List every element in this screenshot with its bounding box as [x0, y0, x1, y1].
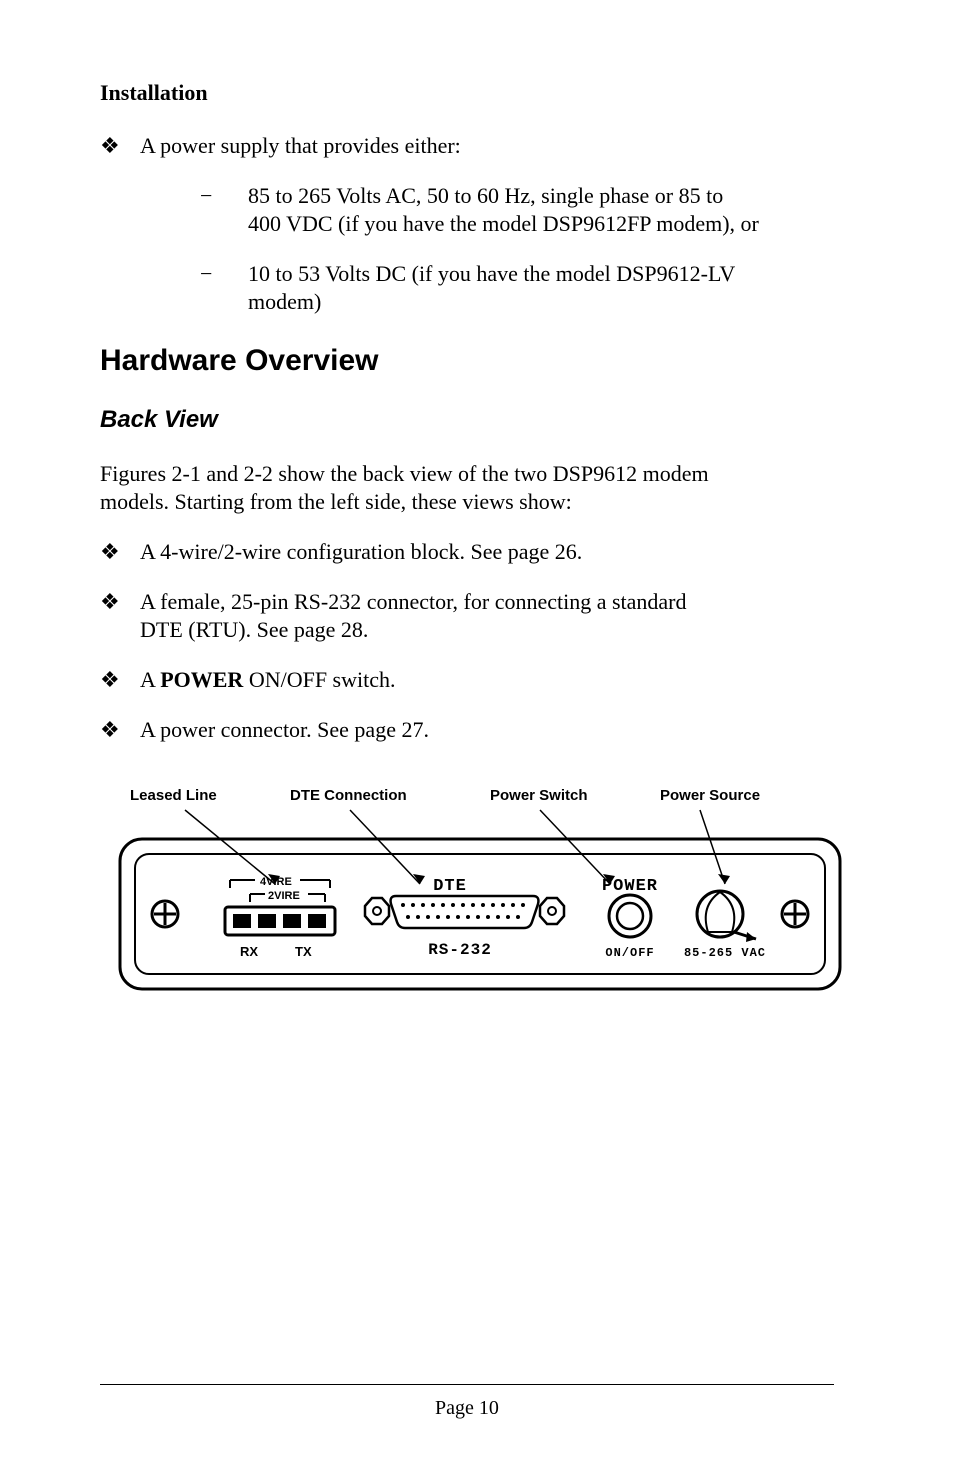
label-vac: 85-265 VAC — [684, 946, 766, 960]
label-power: POWER — [602, 877, 658, 896]
line: 85 to 265 Volts AC, 50 to 60 Hz, single … — [248, 183, 723, 208]
back-view-diagram: Leased Line DTE Connection Power Switch … — [100, 784, 860, 1034]
label-tx: TX — [295, 944, 312, 959]
paragraph: Figures 2-1 and 2-2 show the back view o… — [100, 460, 834, 516]
bullet-item: ❖ A power supply that provides either: — [100, 132, 834, 160]
label-dte-connection: DTE Connection — [290, 787, 407, 804]
bullet-item: ❖ A female, 25-pin RS-232 connector, for… — [100, 588, 834, 644]
line: 10 to 53 Volts DC (if you have the model… — [248, 261, 735, 286]
bullet-item: ❖ A power connector. See page 27. — [100, 716, 834, 744]
label-4wire: 4VIRE — [260, 876, 292, 888]
leader-line — [540, 810, 610, 884]
text-pre: A — [140, 667, 160, 692]
bullet-text: A power connector. See page 27. — [140, 716, 834, 744]
dash-icon: − — [200, 182, 248, 238]
bullet-diamond-icon: ❖ — [100, 538, 140, 566]
line: models. Starting from the left side, the… — [100, 489, 572, 514]
sub-bullet-text: 10 to 53 Volts DC (if you have the model… — [248, 260, 834, 316]
bullet-text: A female, 25-pin RS-232 connector, for c… — [140, 588, 834, 644]
leader-line — [185, 810, 275, 884]
line: 400 VDC (if you have the model DSP9612FP… — [248, 211, 759, 236]
leader-line — [350, 810, 420, 884]
panel-outer-frame — [120, 839, 840, 989]
bullet-diamond-icon: ❖ — [100, 666, 140, 694]
sub-bullet-text: 85 to 265 Volts AC, 50 to 60 Hz, single … — [248, 182, 834, 238]
hex-screw-icon — [365, 898, 389, 924]
power-switch: POWER ON/OFF — [602, 877, 658, 960]
hex-screw-icon — [540, 898, 564, 924]
line: A female, 25-pin RS-232 connector, for c… — [140, 589, 687, 614]
bullet-diamond-icon: ❖ — [100, 588, 140, 644]
heading-back-view: Back View — [100, 406, 834, 434]
label-leased-line: Leased Line — [130, 787, 217, 804]
label-dte: DTE — [433, 877, 467, 896]
page-footer: Page 10 — [100, 1384, 834, 1420]
label-onoff: ON/OFF — [605, 946, 654, 960]
screw-icon — [782, 901, 808, 927]
sub-bullet-item: − 10 to 53 Volts DC (if you have the mod… — [200, 260, 834, 316]
text-post: ON/OFF switch. — [243, 667, 395, 692]
dash-icon: − — [200, 260, 248, 316]
label-2wire: 2VIRE — [268, 890, 300, 902]
bullet-item: ❖ A POWER ON/OFF switch. — [100, 666, 834, 694]
line: Figures 2-1 and 2-2 show the back view o… — [100, 461, 709, 486]
text-bold: POWER — [160, 667, 243, 692]
bullet-item: ❖ A 4-wire/2-wire configuration block. S… — [100, 538, 834, 566]
bullet-text: A power supply that provides either: — [140, 132, 834, 160]
label-rx: RX — [240, 944, 258, 959]
label-power-source: Power Source — [660, 787, 760, 804]
sub-bullet-item: − 85 to 265 Volts AC, 50 to 60 Hz, singl… — [200, 182, 834, 238]
leader-line — [700, 810, 725, 884]
label-rs232: RS-232 — [428, 941, 492, 959]
line: modem) — [248, 289, 321, 314]
heading-hardware-overview: Hardware Overview — [100, 344, 834, 378]
bullet-text: A POWER ON/OFF switch. — [140, 666, 834, 694]
line: DTE (RTU). See page 28. — [140, 617, 368, 642]
bullet-diamond-icon: ❖ — [100, 716, 140, 744]
power-connector: 85-265 VAC — [684, 891, 766, 960]
dte-connector: DTE RS-232 — [365, 877, 564, 959]
bullet-diamond-icon: ❖ — [100, 132, 140, 160]
arrowhead-icon — [718, 874, 730, 884]
wire-config-block: 4VIRE 2VIRE RX TX — [225, 876, 335, 959]
screw-icon — [152, 901, 178, 927]
bullet-text: A 4-wire/2-wire configuration block. See… — [140, 538, 834, 566]
section-header: Installation — [100, 80, 834, 106]
label-power-switch: Power Switch — [490, 787, 588, 804]
